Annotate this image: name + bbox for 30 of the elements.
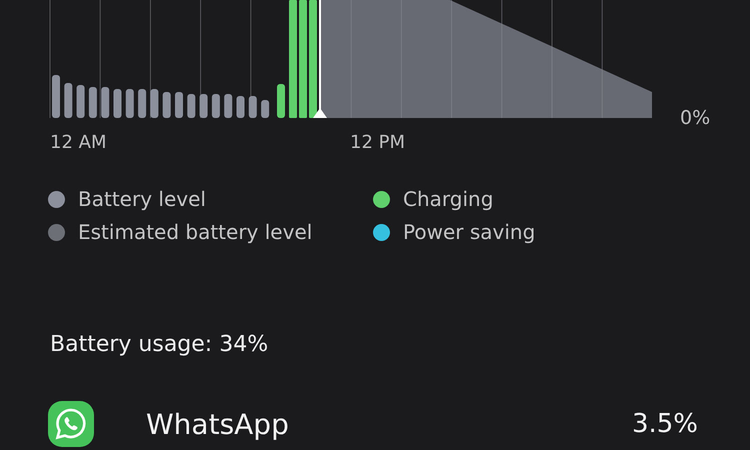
battery-level-bar — [261, 100, 270, 118]
battery-level-bar — [200, 94, 208, 118]
legend-label: Estimated battery level — [78, 220, 312, 244]
battery-usage-title: Battery usage: 34% — [49, 332, 270, 357]
legend-label: Power saving — [403, 220, 536, 244]
battery-level-bar — [175, 92, 183, 118]
battery-level-bar — [224, 94, 232, 118]
battery-level-bar — [162, 92, 171, 118]
battery-level-bar — [126, 89, 134, 118]
legend-label: Battery level — [78, 187, 206, 211]
battery-level-bar — [52, 75, 60, 118]
battery-level-bar — [114, 89, 122, 118]
battery-level-bar — [88, 87, 97, 118]
legend-label: Charging — [403, 187, 494, 211]
axis-label: 0% — [680, 109, 710, 128]
axis-label: 12 AM — [50, 132, 108, 153]
battery-level-bar — [187, 94, 196, 118]
battery-level-bar — [212, 94, 220, 118]
battery-level-bar — [64, 83, 72, 118]
charging-bar — [277, 84, 285, 118]
axis-label: 12 PM — [350, 132, 406, 153]
battery-level-bar — [101, 87, 110, 118]
app-usage-percent: 3.5% — [632, 409, 698, 439]
battery-level-bar — [236, 96, 244, 118]
battery-level-bar — [138, 89, 146, 118]
app-name: WhatsApp — [146, 408, 290, 440]
battery-level-bar — [76, 85, 85, 118]
chat-app-icon[interactable] — [48, 401, 94, 447]
battery-level-bar — [150, 89, 158, 118]
battery-level-bar — [248, 96, 257, 118]
